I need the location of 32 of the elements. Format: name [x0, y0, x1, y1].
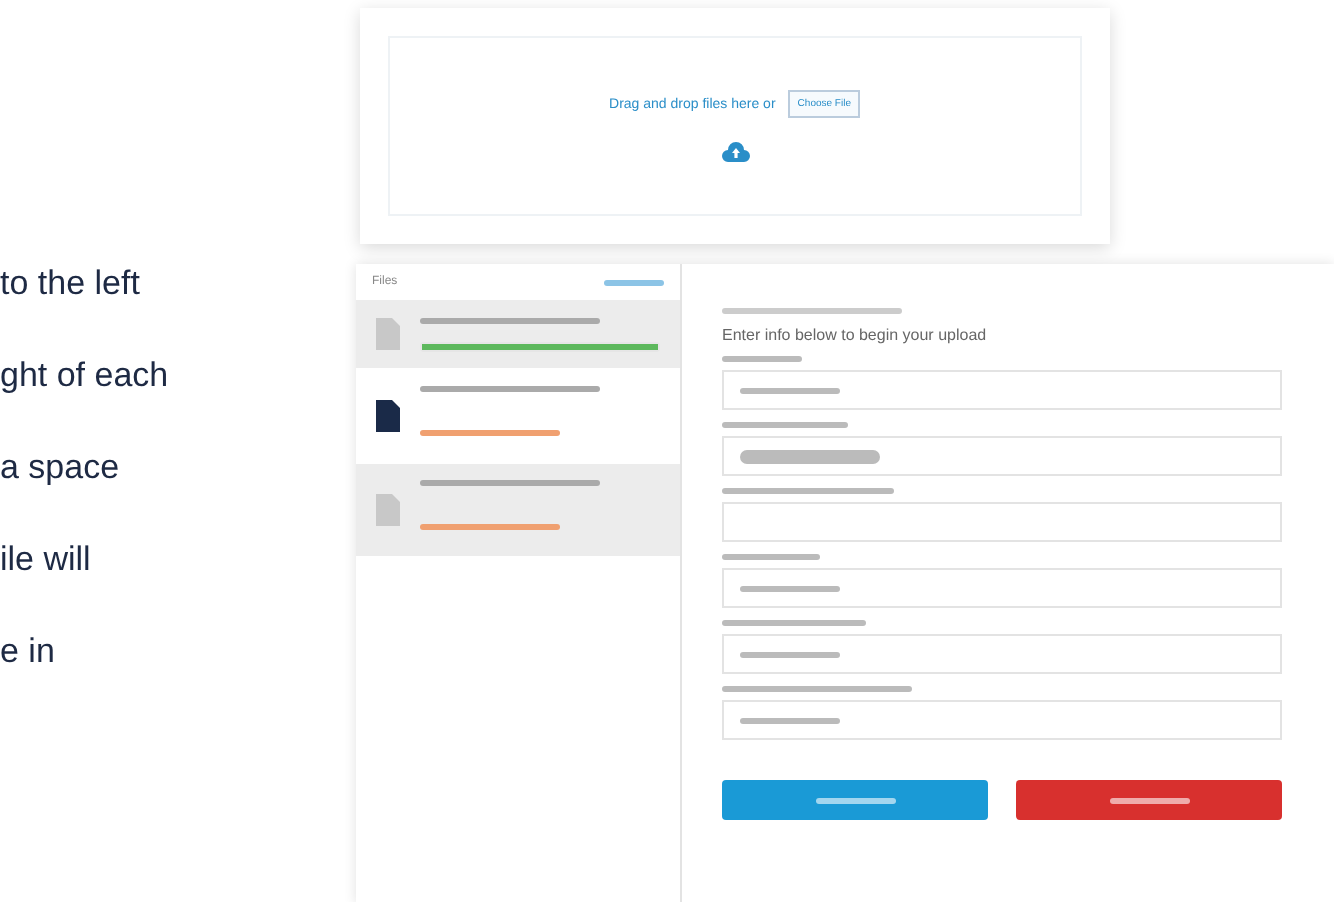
- input-field[interactable]: [722, 436, 1282, 476]
- blurred-text: [740, 651, 840, 657]
- blurred-text: [740, 717, 840, 723]
- cloud-upload-icon: [721, 142, 749, 162]
- blurred-text: [420, 430, 560, 436]
- blurred-text: [420, 524, 560, 530]
- tag-chip: [740, 449, 880, 463]
- blurred-text: [722, 620, 866, 626]
- document-icon: [376, 494, 400, 526]
- form-button[interactable]: [722, 780, 988, 820]
- blurred-text: [722, 356, 802, 362]
- input-field[interactable]: [722, 700, 1282, 740]
- document-icon: [376, 318, 400, 350]
- input-field[interactable]: [722, 370, 1282, 410]
- blurred-text: [740, 585, 840, 591]
- blurred-text: [815, 797, 895, 803]
- form-heading: Enter info below to begin your upload: [722, 326, 989, 344]
- blurred-text: [722, 422, 848, 428]
- blurred-text: [604, 279, 664, 285]
- instruction-text: ght of each: [0, 356, 171, 396]
- document-icon: [376, 400, 400, 432]
- blurred-text: [1109, 797, 1189, 803]
- input-field[interactable]: [722, 568, 1282, 608]
- instruction-text: e in: [0, 632, 57, 672]
- input-field[interactable]: [722, 502, 1282, 542]
- instruction-text: to the left: [0, 264, 142, 304]
- input-field[interactable]: [722, 634, 1282, 674]
- form-button[interactable]: [1016, 780, 1282, 820]
- blurred-text: [722, 554, 820, 560]
- instruction-text: ile will: [0, 540, 93, 580]
- instruction-text: a space: [0, 448, 122, 488]
- blurred-text: [740, 387, 840, 393]
